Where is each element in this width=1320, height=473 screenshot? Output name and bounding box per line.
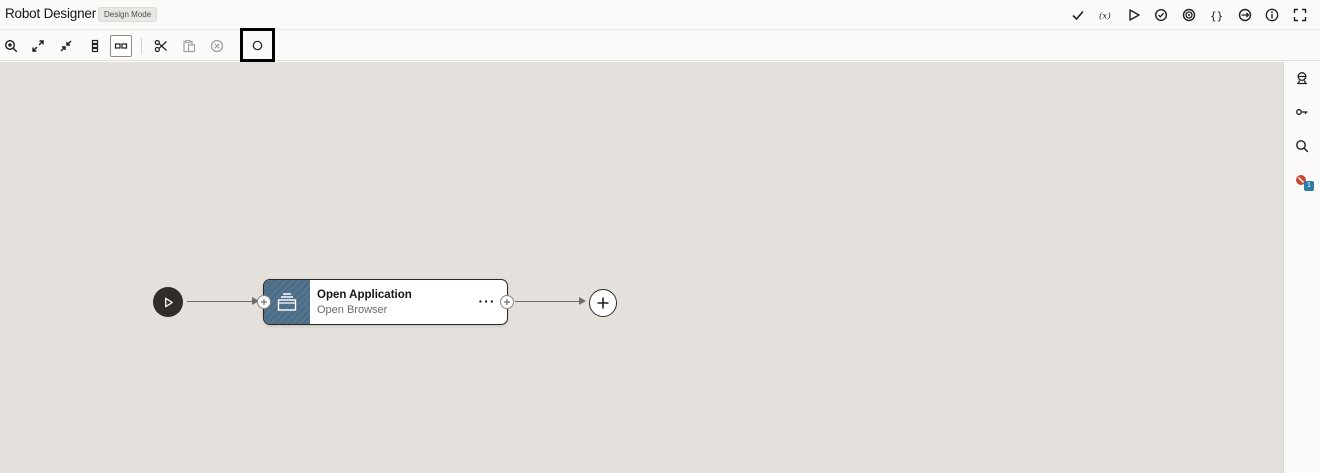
toolbar-divider	[141, 38, 142, 54]
canvas-toolbar	[0, 30, 1320, 61]
page-title: Robot Designer	[5, 6, 97, 21]
connection-icon[interactable]	[1236, 6, 1254, 24]
variables-icon[interactable]: (x)	[1097, 6, 1115, 24]
robot-designer-app: Robot Designer Design Mode (x) {} Open A…	[0, 0, 1320, 473]
key-icon[interactable]	[1293, 103, 1311, 121]
zoom-in-icon[interactable]	[0, 35, 22, 57]
target-icon[interactable]	[1180, 6, 1198, 24]
node-output-port[interactable]	[500, 295, 514, 309]
collapse-icon[interactable]	[55, 35, 77, 57]
plus-icon	[261, 299, 267, 305]
node-input-port[interactable]	[257, 295, 271, 309]
header-bar: Robot Designer Design Mode (x) {}	[0, 0, 1320, 30]
connector-arrow	[579, 297, 586, 305]
start-node[interactable]	[153, 287, 183, 317]
info-icon[interactable]	[1263, 6, 1281, 24]
design-mode-badge: Design Mode	[98, 7, 158, 22]
add-step-button[interactable]	[589, 289, 617, 317]
validate-icon[interactable]	[1069, 6, 1087, 24]
play-icon	[164, 297, 173, 307]
braces-icon[interactable]: {}	[1208, 6, 1226, 24]
cut-icon[interactable]	[150, 35, 172, 57]
plus-icon	[597, 297, 609, 309]
svg-text:(x): (x)	[1099, 11, 1111, 22]
error-count-badge: 1	[1304, 181, 1314, 191]
search-icon[interactable]	[1293, 137, 1311, 155]
connector-line	[187, 301, 255, 302]
plus-icon	[504, 299, 510, 305]
node-title: Open Application	[317, 289, 412, 301]
connector-line	[515, 301, 581, 302]
svg-text:{}: {}	[1210, 10, 1223, 23]
node-menu-button[interactable]: ···	[478, 294, 496, 308]
action-node-open-application[interactable]: Open Application Open Browser ···	[263, 279, 508, 325]
flow-canvas[interactable]	[0, 62, 1283, 473]
expand-icon[interactable]	[27, 35, 49, 57]
errors-icon[interactable]: 1	[1293, 172, 1314, 191]
vertical-layout-icon[interactable]	[84, 35, 106, 57]
horizontal-layout-icon[interactable]	[110, 35, 132, 57]
right-side-panel: 1	[1283, 62, 1320, 473]
circle-icon[interactable]	[240, 28, 275, 62]
run-icon[interactable]	[1125, 6, 1143, 24]
robot-icon[interactable]	[1293, 69, 1311, 87]
node-subtitle: Open Browser	[317, 304, 388, 316]
fullscreen-icon[interactable]	[1291, 6, 1309, 24]
remove-icon[interactable]	[206, 35, 228, 57]
paste-icon[interactable]	[178, 35, 200, 57]
settings-check-icon[interactable]	[1152, 6, 1170, 24]
